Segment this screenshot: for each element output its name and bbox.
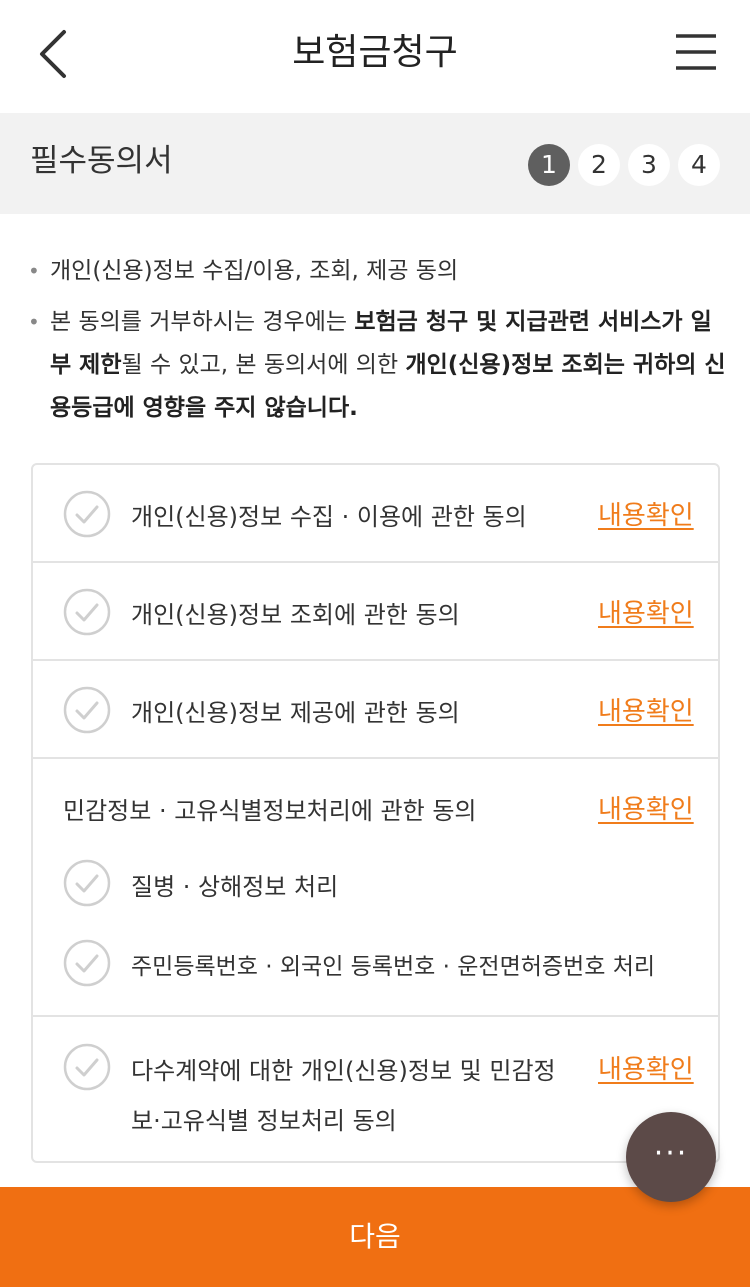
agreement-sub-label: 질병 · 상해정보 처리 [131, 873, 339, 901]
floating-menu-button[interactable]: ··· [626, 1112, 716, 1202]
agreement-row-sensitive: 민감정보 · 고유식별정보처리에 관한 동의 내용확인 질병 · 상해정보 처리… [33, 759, 718, 1017]
step-3-indicator: 3 [628, 144, 670, 186]
view-details-link[interactable]: 내용확인 [598, 1049, 694, 1086]
agreement-list: 개인(신용)정보 수집 · 이용에 관한 동의 내용확인 개인(신용)정보 조회… [31, 463, 720, 1163]
more-dots-icon: ··· [653, 1136, 689, 1171]
agreement-label: 개인(신용)정보 수집 · 이용에 관한 동의 [131, 503, 527, 531]
agreement-label: 다수계약에 대한 개인(신용)정보 및 민감정 [131, 1057, 556, 1085]
check-circle-icon[interactable] [63, 1043, 111, 1091]
check-circle-icon[interactable] [63, 939, 111, 987]
check-circle-icon[interactable] [63, 490, 111, 538]
page-title: 보험금청구 [292, 32, 458, 73]
next-button[interactable]: 다음 [0, 1187, 750, 1287]
agreement-label: 보·고유식별 정보처리 동의 [131, 1107, 397, 1135]
check-circle-icon[interactable] [63, 588, 111, 636]
check-circle-icon[interactable] [63, 686, 111, 734]
note-item: 개인(신용)정보 수집/이용, 조회, 제공 동의 [28, 250, 728, 293]
consent-notes: 개인(신용)정보 수집/이용, 조회, 제공 동의 본 동의를 거부하시는 경우… [28, 250, 728, 438]
step-1-indicator: 1 [528, 144, 570, 186]
view-details-link[interactable]: 내용확인 [598, 789, 694, 826]
step-2-indicator: 2 [578, 144, 620, 186]
app-header: 보험금청구 [0, 0, 750, 112]
agreement-row-collect: 개인(신용)정보 수집 · 이용에 관한 동의 내용확인 [33, 465, 718, 563]
agreement-label: 개인(신용)정보 제공에 관한 동의 [131, 699, 460, 727]
step-4-indicator: 4 [678, 144, 720, 186]
view-details-link[interactable]: 내용확인 [598, 691, 694, 728]
check-circle-icon[interactable] [63, 859, 111, 907]
note-text: 개인(신용)정보 수집/이용, 조회, 제공 동의 [50, 258, 459, 284]
agreement-row-provide: 개인(신용)정보 제공에 관한 동의 내용확인 [33, 661, 718, 759]
view-details-link[interactable]: 내용확인 [598, 593, 694, 630]
agreement-row-inquiry: 개인(신용)정보 조회에 관한 동의 내용확인 [33, 563, 718, 661]
menu-button[interactable] [668, 30, 724, 78]
agreement-label: 개인(신용)정보 조회에 관한 동의 [131, 601, 460, 629]
note-text: 될 수 있고, 본 동의서에 의한 [121, 352, 406, 378]
agreement-row-multi-contract: 다수계약에 대한 개인(신용)정보 및 민감정 보·고유식별 정보처리 동의 내… [33, 1017, 718, 1161]
note-text: 본 동의를 거부하시는 경우에는 [50, 309, 355, 335]
agreement-sub-label: 주민등록번호 · 외국인 등록번호 · 운전면허증번호 처리 [131, 954, 656, 980]
agreement-group-title: 민감정보 · 고유식별정보처리에 관한 동의 [63, 797, 477, 825]
section-title: 필수동의서 [30, 143, 173, 179]
view-details-link[interactable]: 내용확인 [598, 495, 694, 532]
note-item: 본 동의를 거부하시는 경우에는 보험금 청구 및 지급관련 서비스가 일부 제… [28, 301, 728, 430]
hamburger-menu-icon [676, 34, 716, 70]
